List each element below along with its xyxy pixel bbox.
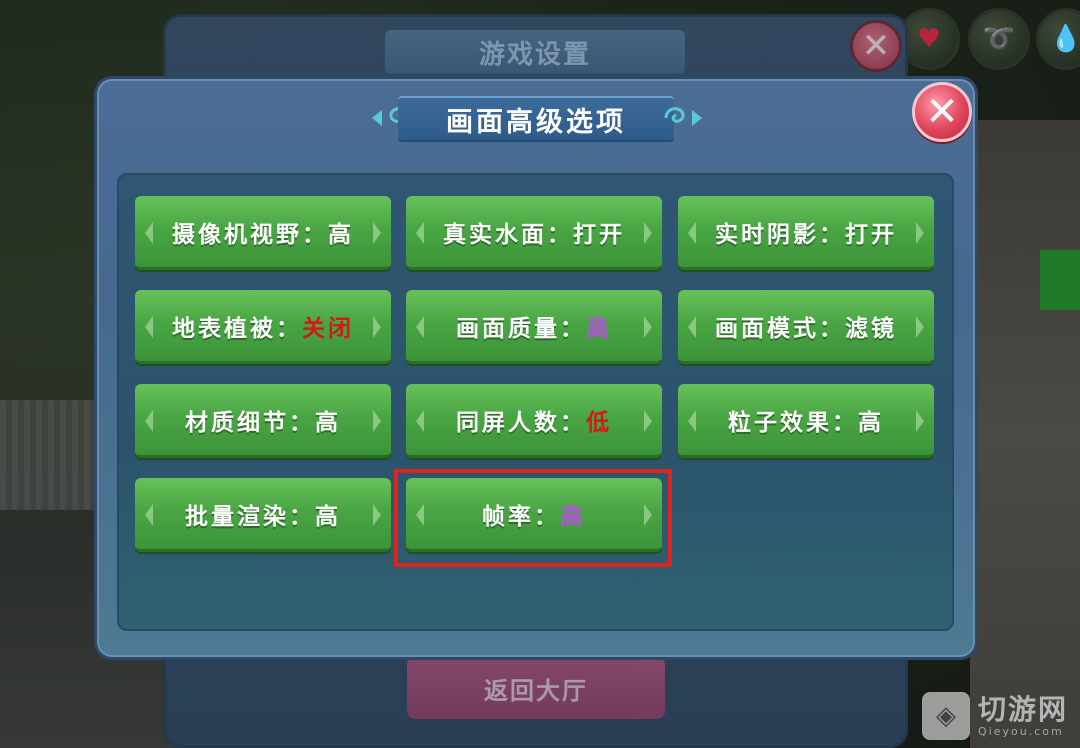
option-value: 高: [858, 409, 884, 436]
option-value: 关闭: [302, 315, 354, 342]
watermark-text: 切游网 Qieyou.com: [978, 692, 1069, 738]
option-onscreen-players[interactable]: 同屏人数：低: [406, 384, 662, 458]
option-value: 高: [328, 221, 354, 248]
watermark: ◈ 切游网 Qieyou.com: [922, 692, 1068, 740]
water-drop-icon: 💧: [1049, 24, 1080, 54]
background-green-block: [1040, 250, 1080, 310]
option-value: 高: [315, 409, 341, 436]
option-realistic-water[interactable]: 真实水面： 打开: [406, 196, 662, 270]
option-label: 同屏人数：: [456, 409, 586, 436]
arrow-right-icon: [373, 316, 381, 338]
arrow-right-icon: [373, 410, 381, 432]
arrow-right-icon: [373, 222, 381, 244]
arrow-left-icon: [145, 410, 153, 432]
arrow-left-icon: [416, 410, 424, 432]
game-settings-title: 游戏设置: [478, 39, 591, 70]
close-icon: ✕: [925, 89, 959, 135]
arrow-left-icon: [416, 222, 424, 244]
option-label: 材质细节：: [185, 409, 315, 436]
option-texture-detail[interactable]: 材质细节：高: [135, 384, 391, 458]
water-hud-button[interactable]: 💧: [1036, 8, 1080, 70]
arrow-left-icon: [416, 316, 424, 338]
game-settings-title-bar: 游戏设置: [385, 30, 685, 74]
arrow-left-icon: [145, 222, 153, 244]
option-value: 低: [586, 409, 612, 436]
heart-icon: ♥: [917, 24, 941, 54]
option-value: 打开: [845, 221, 897, 248]
watermark-url: Qieyou.com: [978, 724, 1064, 738]
arrow-left-icon: [145, 504, 153, 526]
arrow-right-icon: [644, 222, 652, 244]
option-ground-vegetation[interactable]: 地表植被： 关闭: [135, 290, 391, 364]
option-label: 地表植被：: [172, 315, 302, 342]
option-value: 高: [315, 503, 341, 530]
arrow-left-icon: [688, 410, 696, 432]
option-graphics-quality[interactable]: 画面质量：高: [406, 290, 662, 364]
strength-hud-button[interactable]: ➰: [968, 8, 1030, 70]
arrow-right-icon: [644, 316, 652, 338]
option-label: 真实水面：: [443, 221, 573, 248]
option-value: 打开: [573, 221, 625, 248]
game-settings-close-button[interactable]: ✕: [850, 20, 902, 72]
option-label: 实时阴影：: [715, 221, 845, 248]
arrow-left-icon: [145, 316, 153, 338]
watermark-logo-icon: ◈: [922, 692, 970, 740]
option-label: 画面模式：: [715, 315, 845, 342]
title-ornament-right-icon: [664, 107, 702, 126]
option-value: 滤镜: [845, 315, 897, 342]
watermark-brand: 切游网: [978, 692, 1069, 726]
return-lobby-label: 返回大厅: [484, 676, 588, 705]
background-scene-right: [970, 120, 1080, 748]
option-camera-fov[interactable]: 摄像机视野：高: [135, 196, 391, 270]
arrow-right-icon: [373, 504, 381, 526]
option-label: 粒子效果：: [728, 409, 858, 436]
arrow-right-icon: [644, 410, 652, 432]
arrow-right-icon: [916, 222, 924, 244]
dialog-title: 画面高级选项: [446, 106, 626, 138]
dialog-title-banner: 画面高级选项: [398, 96, 674, 142]
frame-rate-highlight-box: [394, 469, 672, 567]
option-particle-effects[interactable]: 粒子效果：高: [678, 384, 934, 458]
option-batch-rendering[interactable]: 批量渲染：高: [135, 478, 391, 552]
close-button[interactable]: ✕: [912, 82, 972, 142]
arrow-left-icon: [688, 316, 696, 338]
option-graphics-mode[interactable]: 画面模式： 滤镜: [678, 290, 934, 364]
option-label: 画面质量：: [456, 315, 586, 342]
close-icon: ✕: [861, 26, 891, 66]
option-value: 高: [586, 315, 612, 342]
option-realtime-shadow[interactable]: 实时阴影： 打开: [678, 196, 934, 270]
arrow-right-icon: [916, 316, 924, 338]
arrow-left-icon: [688, 222, 696, 244]
arm-icon: ➰: [982, 24, 1016, 54]
return-lobby-button[interactable]: 返回大厅: [407, 657, 665, 719]
option-label: 批量渲染：: [185, 503, 315, 530]
arrow-right-icon: [916, 410, 924, 432]
option-label: 摄像机视野：: [172, 221, 328, 248]
